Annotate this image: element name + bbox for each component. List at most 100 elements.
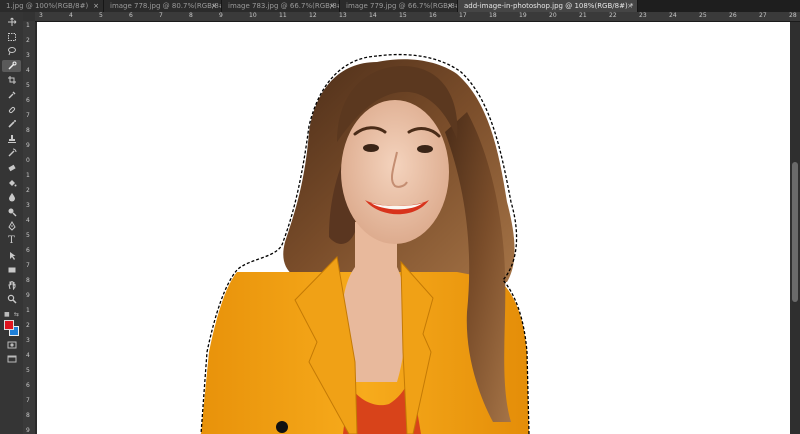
- close-tab-icon[interactable]: ×: [93, 0, 99, 12]
- ruler-tick-label: 9: [26, 292, 30, 299]
- document-tab[interactable]: add-image-in-photoshop.jpg @ 108%(RGB/8#…: [458, 0, 638, 12]
- ruler-tick-label: 4: [26, 67, 30, 74]
- ruler-tick-label: 4: [26, 217, 30, 224]
- screen-mode-button[interactable]: [2, 353, 21, 365]
- ruler-tick-label: 7: [26, 112, 30, 119]
- document-tab-label: add-image-in-photoshop.jpg @ 108%(RGB/8#…: [464, 2, 634, 10]
- eyedropper-tool-button[interactable]: [2, 89, 21, 101]
- blazer-button: [276, 421, 288, 433]
- ruler-tick-label: 24: [669, 12, 677, 19]
- photo-woman-yellow-blazer: [200, 53, 530, 434]
- ruler-tick-label: 9: [219, 12, 223, 19]
- ruler-tick-label: 1: [26, 172, 30, 179]
- ruler-tick-label: 20: [549, 12, 557, 19]
- close-tab-icon[interactable]: ×: [329, 0, 335, 12]
- ruler-tick-label: 5: [26, 232, 30, 239]
- ruler-tick-label: 17: [459, 12, 467, 19]
- scrollbar-thumb[interactable]: [792, 162, 798, 302]
- ruler-tick-label: 2: [26, 322, 30, 329]
- ruler-tick-label: 3: [39, 12, 43, 19]
- marquee-tool-button[interactable]: [2, 31, 21, 43]
- quick-selection-icon: [7, 61, 16, 70]
- close-tab-icon[interactable]: ×: [627, 0, 633, 12]
- document-tab-label: 1.jpg @ 100%(RGB/8#): [6, 2, 89, 10]
- document-tab[interactable]: 1.jpg @ 100%(RGB/8#) ×: [0, 0, 104, 12]
- ruler-tick-label: 8: [26, 412, 30, 419]
- ruler-tick-label: 2: [26, 37, 30, 44]
- ruler-tick-label: 18: [489, 12, 497, 19]
- pen-icon: [7, 221, 16, 232]
- move-tool-button[interactable]: [2, 16, 21, 28]
- default-colors-icon[interactable]: ■: [4, 311, 10, 318]
- ruler-tick-label: 4: [26, 352, 30, 359]
- zoom-tool-button[interactable]: [2, 293, 21, 305]
- clone-stamp-tool-button[interactable]: [2, 133, 21, 145]
- document-tab[interactable]: image 778.jpg @ 80.7%(RGB/8#) * ×: [104, 0, 222, 12]
- crop-tool-button[interactable]: [2, 74, 21, 86]
- move-icon: [7, 17, 16, 26]
- ruler-tick-label: 3: [26, 52, 30, 59]
- crop-icon: [7, 76, 16, 85]
- tools-panel: ■ ⇆ T: [0, 12, 24, 434]
- close-tab-icon[interactable]: ×: [447, 0, 453, 12]
- quick-selection-tool-button[interactable]: [2, 59, 21, 72]
- document-tab[interactable]: image 783.jpg @ 66.7%(RGB/8#) * ×: [222, 0, 340, 12]
- ruler-tick-label: 9: [26, 427, 30, 434]
- left-eye: [363, 144, 379, 152]
- ruler-tick-label: 6: [129, 12, 133, 19]
- marquee-icon: [7, 32, 16, 41]
- blur-tool-button[interactable]: [2, 191, 21, 203]
- path-selection-icon: [9, 251, 15, 260]
- ruler-tick-label: 6: [26, 97, 30, 104]
- ruler-tick-label: 8: [26, 127, 30, 134]
- ruler-tick-label: 25: [699, 12, 707, 19]
- rectangle-tool-button[interactable]: [2, 264, 21, 276]
- ruler-tick-label: 5: [26, 82, 30, 89]
- brush-tool-button[interactable]: [2, 118, 21, 130]
- hand-tool-button[interactable]: [2, 279, 21, 291]
- rectangle-icon: [8, 267, 15, 273]
- document-tab[interactable]: image 779.jpg @ 66.7%(RGB/8#) * ×: [340, 0, 458, 12]
- ruler-tick-label: 12: [309, 12, 317, 19]
- ruler-tick-label: 6: [26, 247, 30, 254]
- document-workspace: [35, 22, 790, 434]
- ruler-tick-label: 10: [249, 12, 257, 19]
- ruler-tick-label: 1: [26, 22, 30, 29]
- dodge-icon: [8, 208, 16, 217]
- ruler-tick-label: 8: [26, 277, 30, 284]
- ruler-tick-label: 14: [369, 12, 377, 19]
- healing-brush-icon: [8, 106, 15, 113]
- type-tool-button[interactable]: T: [2, 235, 21, 247]
- right-eye: [417, 145, 433, 153]
- history-brush-icon: [8, 148, 16, 157]
- healing-brush-tool-button[interactable]: [2, 104, 21, 116]
- ruler-tick-label: 0: [26, 157, 30, 164]
- paint-bucket-tool-button[interactable]: [2, 177, 21, 189]
- quick-mask-button[interactable]: [2, 339, 21, 351]
- eraser-tool-button[interactable]: [2, 162, 21, 174]
- ruler-tick-label: 16: [429, 12, 437, 19]
- horizontal-ruler[interactable]: 3 4 5 6 7 8 9 10 11 12 13 14 15 16 17 18 19 20 21 22 23 24 25 2…: [35, 12, 800, 22]
- ruler-tick-label: 6: [26, 382, 30, 389]
- vertical-scrollbar[interactable]: [790, 22, 800, 434]
- swap-colors-icon[interactable]: ⇆: [14, 311, 19, 318]
- eyedropper-icon: [8, 91, 15, 99]
- paint-bucket-icon: [8, 179, 16, 187]
- ruler-tick-label: 23: [639, 12, 647, 19]
- ruler-tick-label: 3: [26, 337, 30, 344]
- ruler-tick-label: 8: [189, 12, 193, 19]
- clone-stamp-icon: [7, 134, 16, 143]
- foreground-color-swatch[interactable]: [4, 320, 14, 330]
- lasso-icon: [7, 47, 16, 56]
- eraser-icon: [7, 164, 16, 172]
- ruler-tick-label: 7: [26, 397, 30, 404]
- ruler-tick-label: 7: [159, 12, 163, 19]
- path-selection-tool-button[interactable]: [2, 250, 21, 262]
- document-canvas[interactable]: [37, 22, 790, 434]
- pen-tool-button[interactable]: [2, 220, 21, 232]
- ruler-tick-label: 19: [519, 12, 527, 19]
- dodge-tool-button[interactable]: [2, 206, 21, 218]
- lasso-tool-button[interactable]: [2, 45, 21, 57]
- history-brush-tool-button[interactable]: [2, 147, 21, 159]
- close-tab-icon[interactable]: ×: [211, 0, 217, 12]
